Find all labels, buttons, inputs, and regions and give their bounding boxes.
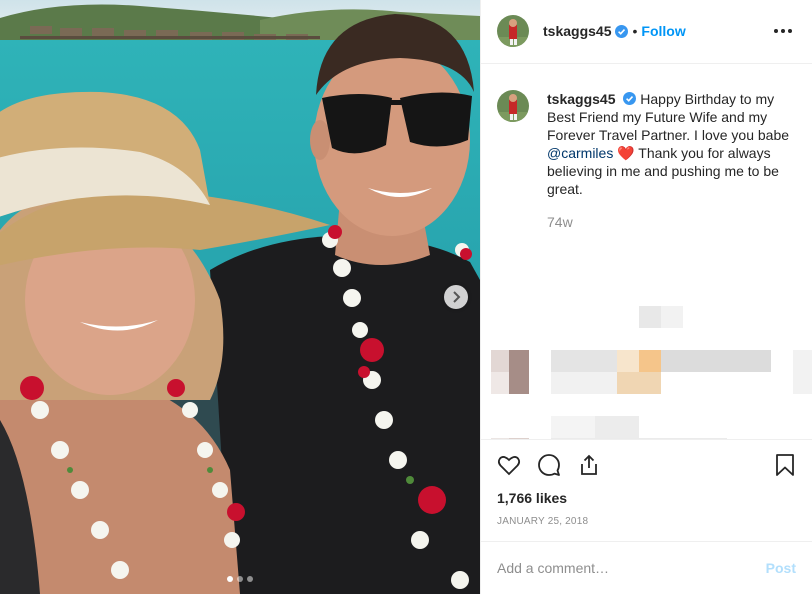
save-button[interactable]	[756, 445, 796, 485]
instagram-post: tskaggs45 • Follow tskaggs45 Happy Birth…	[0, 0, 812, 594]
comments-section: tskaggs45 Happy Birthday to my Best Frie…	[481, 64, 812, 440]
share-button[interactable]	[577, 445, 617, 485]
redacted-comments	[481, 300, 812, 440]
profile-picture	[497, 15, 529, 48]
likes-count[interactable]: 1,766 likes	[497, 490, 796, 506]
carousel-dot	[247, 576, 253, 582]
caption: tskaggs45 Happy Birthday to my Best Frie…	[497, 89, 796, 198]
mention-link[interactable]: @carmiles	[547, 145, 613, 161]
comment-icon	[538, 454, 560, 477]
verified-badge-icon	[623, 91, 637, 105]
next-photo-button[interactable]	[444, 285, 468, 309]
separator: •	[632, 23, 638, 40]
bookmark-icon	[776, 454, 794, 477]
photo-image	[0, 0, 480, 594]
post-header: tskaggs45 • Follow	[481, 0, 812, 64]
post-comment-button[interactable]: Post	[766, 560, 796, 576]
post-photo[interactable]	[0, 0, 480, 594]
more-options-icon[interactable]	[770, 25, 796, 37]
username[interactable]: tskaggs45	[543, 23, 611, 39]
caption-username[interactable]: tskaggs45	[547, 91, 615, 107]
comment-form: Post	[481, 541, 812, 594]
post-date[interactable]: JANUARY 25, 2018	[497, 516, 796, 527]
like-button[interactable]	[497, 445, 537, 485]
heart-emoji: ❤️	[617, 144, 635, 161]
carousel-dot	[227, 576, 233, 582]
post-time-ago[interactable]: 74w	[547, 214, 796, 230]
heart-icon	[497, 456, 521, 476]
follow-button[interactable]: Follow	[641, 23, 685, 39]
profile-picture	[497, 89, 529, 122]
post-actions: 1,766 likes JANUARY 25, 2018	[481, 439, 812, 541]
carousel-dot	[237, 576, 243, 582]
share-icon	[581, 454, 597, 476]
verified-badge-icon	[615, 24, 629, 38]
avatar[interactable]	[497, 15, 529, 48]
chevron-right-icon	[453, 291, 461, 303]
post-side-panel: tskaggs45 • Follow tskaggs45 Happy Birth…	[480, 0, 812, 594]
avatar[interactable]	[497, 89, 529, 122]
comment-input[interactable]	[497, 560, 766, 577]
action-bar	[497, 440, 796, 490]
caption-text: tskaggs45 Happy Birthday to my Best Frie…	[547, 90, 796, 198]
carousel-indicator	[0, 576, 480, 582]
comment-button[interactable]	[537, 445, 577, 485]
